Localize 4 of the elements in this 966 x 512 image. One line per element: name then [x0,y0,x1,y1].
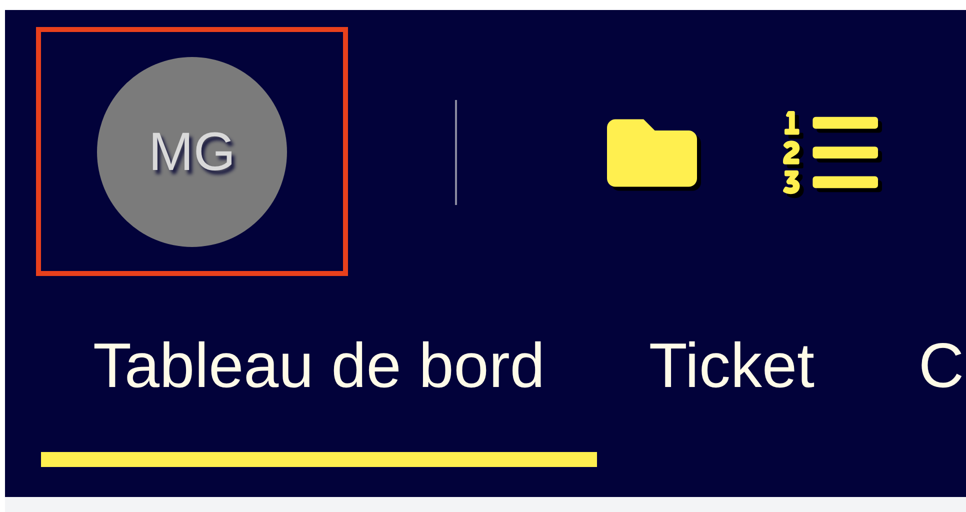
nav-tab[interactable]: Ticket [596,300,867,497]
nav-tab[interactable]: Tableau de bord [41,300,597,497]
avatar-initials: MG [148,120,236,182]
nav-tab[interactable]: C [866,300,966,497]
